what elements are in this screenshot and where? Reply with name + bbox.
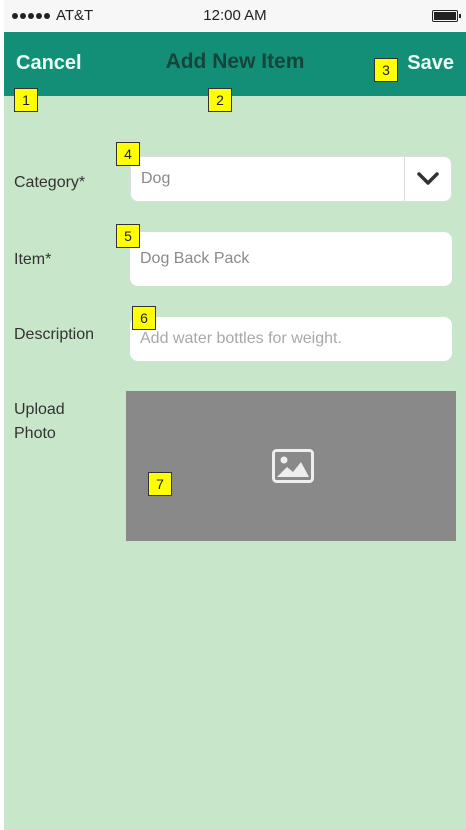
annotation-badge: 6 [132,306,156,330]
app-screen: AT&T 12:00 AM Cancel Add New Item Save C… [4,0,466,830]
item-label: Item* [14,251,52,268]
description-field[interactable]: Add water bottles for weight. [130,317,452,361]
photo-upload-area[interactable] [126,391,456,541]
image-icon [272,449,314,483]
annotation-badge: 2 [208,88,232,112]
status-bar: AT&T 12:00 AM [4,0,466,32]
annotation-badge: 5 [116,224,140,248]
category-select[interactable]: Dog [130,156,452,202]
item-field[interactable]: Dog Back Pack [130,232,452,286]
annotation-badge: 4 [116,142,140,166]
save-button[interactable]: Save [407,52,454,75]
description-placeholder: Add water bottles for weight. [140,330,342,347]
category-value: Dog [141,170,171,187]
battery-icon [432,10,461,22]
annotation-badge: 7 [148,472,172,496]
item-value: Dog Back Pack [140,250,250,267]
category-label: Category* [14,174,86,191]
description-label: Description [14,326,95,343]
chevron-down-icon[interactable] [404,157,451,201]
annotation-badge: 3 [374,58,398,82]
upload-photo-label: Upload Photo [14,401,65,442]
status-time: 12:00 AM [203,7,267,24]
annotation-badge: 1 [14,88,38,112]
